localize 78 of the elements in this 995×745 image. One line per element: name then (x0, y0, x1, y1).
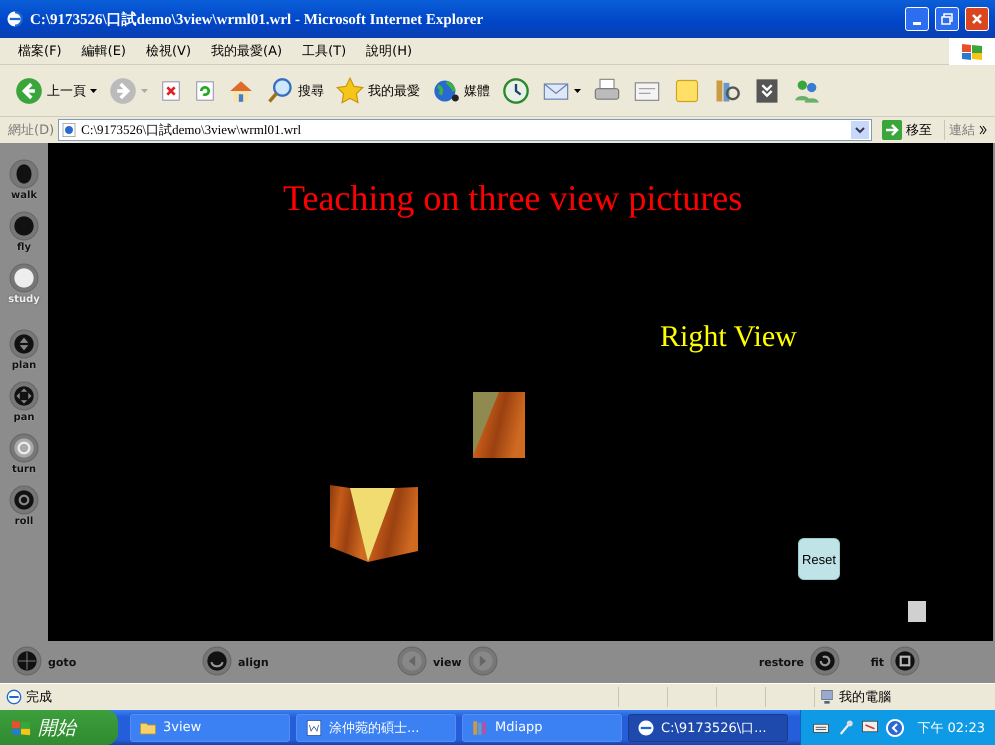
media-toolbar-button[interactable]: 媒體 (429, 74, 493, 106)
address-label: 網址(D) (8, 122, 54, 139)
roll-nav-button[interactable]: roll (9, 485, 39, 527)
scene-title: Teaching on three view pictures (283, 177, 742, 219)
restore-label: restore (758, 656, 804, 668)
address-field[interactable]: C:\9173526\口試demo\3view\wrml01.wrl (58, 119, 872, 141)
roll-nav-icon (9, 485, 39, 515)
align-nav-icon (202, 646, 232, 676)
study-nav-icon (9, 263, 39, 293)
walk-nav-button[interactable]: walk (9, 159, 39, 201)
dropdown-icon[interactable] (851, 121, 869, 139)
taskbar-button[interactable]: 涂仲菀的碩士... (296, 714, 456, 742)
windows-logo (949, 38, 995, 65)
view-label-text: view (433, 656, 462, 668)
menu-item[interactable]: 編輯(E) (74, 40, 134, 62)
menu-item[interactable]: 說明(H) (358, 40, 420, 62)
pan-nav-icon (9, 381, 39, 411)
menu-item[interactable]: 檢視(V) (138, 40, 200, 62)
view-next-nav-icon (468, 646, 498, 676)
chevron-icon[interactable] (979, 125, 987, 135)
page-icon (61, 122, 78, 138)
align-label: align (238, 656, 269, 668)
taskbar-button[interactable]: 3view (130, 714, 290, 742)
start-button[interactable]: 開始 (0, 710, 118, 745)
restore-button[interactable] (935, 7, 959, 31)
fly-nav-button[interactable]: fly (9, 211, 39, 253)
browser-icon (6, 689, 22, 705)
restore-nav-button[interactable] (810, 646, 840, 678)
goto-label: goto (48, 656, 76, 668)
plan-nav-icon (9, 329, 39, 359)
minimize-icon (913, 22, 921, 24)
browser-icon (637, 718, 655, 736)
minimize-button[interactable] (905, 7, 929, 31)
window-title: C:\9173526\口試demo\3view\wrml01.wrl - Microsoft Internet Explorer (30, 10, 484, 28)
fly-nav-icon (9, 211, 39, 241)
search-icon (266, 76, 294, 104)
close-button[interactable] (965, 7, 989, 31)
goto-nav-button[interactable] (12, 646, 42, 678)
fit-nav-icon (890, 646, 920, 676)
clock-text: 下午 02:23 (917, 720, 985, 736)
view-back-nav-icon (397, 646, 427, 676)
back-toolbar-button[interactable]: 上一頁 (12, 74, 100, 106)
pan-nav-button[interactable]: pan (9, 381, 39, 423)
refresh-icon (194, 80, 216, 102)
turn-nav-icon (9, 433, 39, 463)
restore-nav-icon (810, 646, 840, 676)
menu-item[interactable]: 我的最愛(A) (203, 40, 290, 62)
books-icon (471, 718, 489, 736)
align-nav-button[interactable] (202, 646, 232, 678)
document-icon (305, 718, 323, 736)
links-label[interactable]: 連結 (949, 121, 975, 139)
menu-item[interactable]: 工具(T) (294, 40, 354, 62)
computer-icon (819, 689, 835, 705)
reset-button[interactable]: Reset (798, 538, 840, 580)
search-toolbar-button[interactable]: 搜尋 (263, 74, 327, 106)
fit-nav-button[interactable] (890, 646, 920, 678)
stop-icon (160, 80, 182, 102)
wood-block-drawing (473, 392, 525, 458)
go-button[interactable]: 移至 (876, 120, 945, 140)
microphone-icon (837, 718, 856, 736)
turn-nav-button[interactable]: turn (9, 433, 39, 475)
taskbar-button[interactable]: C:\9173526\口... (628, 714, 788, 742)
restore-icon (941, 13, 953, 25)
taskbar-button[interactable]: Mdiapp (462, 714, 622, 742)
close-icon (971, 13, 983, 25)
clock-icon (502, 76, 530, 104)
square-marker (908, 601, 926, 622)
status-text: 完成 (26, 689, 53, 706)
browser-icon (6, 10, 24, 28)
menu-item[interactable]: 檔案(F) (10, 40, 70, 62)
view-label: Right View (660, 320, 797, 354)
plan-nav-button[interactable]: plan (9, 329, 39, 371)
goto-nav-icon (12, 646, 42, 676)
walk-nav-icon (9, 159, 39, 189)
favorites-toolbar-button[interactable]: 我的最愛 (333, 74, 423, 106)
zone-indicator: 我的電腦 (814, 687, 989, 707)
fit-label: fit (870, 656, 884, 668)
star-icon (336, 76, 364, 104)
